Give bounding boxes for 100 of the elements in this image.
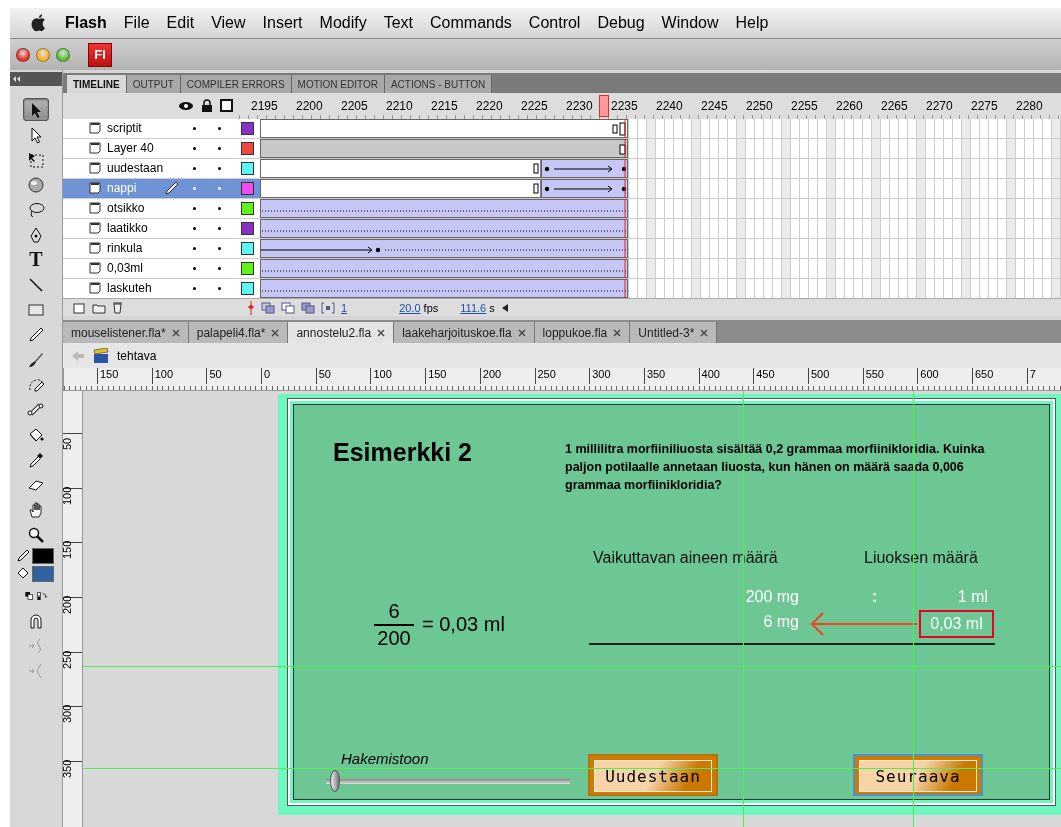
brush-icon: [27, 350, 45, 369]
visibility-dot[interactable]: [193, 226, 196, 230]
ruler-label: 200: [61, 594, 73, 615]
menu-item[interactable]: Debug: [597, 14, 645, 32]
eyedropper-icon: [27, 450, 45, 469]
document-tab[interactable]: Untitled-3*: [630, 322, 718, 343]
layer-row[interactable]: uudestaan: [63, 158, 1061, 179]
bone-icon: [27, 400, 45, 419]
visibility-dot[interactable]: [193, 186, 196, 190]
visibility-dot[interactable]: [193, 266, 196, 270]
layer-icon: [89, 242, 101, 255]
question-text: 1 millilitra morfiiniliuosta sisältää 0,2 grammaa morfiinikloridia. Kuinka paljon potilaalle annetaan liuosta, kun hänen on määrä saada 0,006 grammaa morfiinikloridia?: [565, 441, 986, 494]
minimize-button[interactable]: [36, 47, 50, 62]
visibility-dot[interactable]: [193, 246, 196, 250]
close-icon: [377, 329, 386, 337]
layer-name: Layer 40: [107, 141, 155, 156]
new-layer-icon: [73, 301, 86, 314]
layer-row[interactable]: Layer 40: [63, 138, 1061, 159]
current-frame[interactable]: 1: [341, 301, 348, 314]
app-menu[interactable]: Flash: [65, 14, 107, 32]
panel-tab[interactable]: TIMELINE: [67, 75, 127, 93]
visibility-dot[interactable]: [193, 126, 196, 130]
text-tool[interactable]: T: [23, 248, 49, 271]
layer-row[interactable]: 0,03ml: [63, 258, 1061, 279]
menu-item[interactable]: Help: [735, 14, 769, 32]
stroke-color-swatch[interactable]: [32, 548, 54, 564]
playhead[interactable]: [599, 95, 609, 117]
layer-name: scriptit: [107, 121, 143, 136]
amount-value: 6 mg: [763, 613, 799, 631]
visibility-dot[interactable]: [193, 206, 196, 210]
layer-icon: [89, 202, 101, 215]
lock-dot[interactable]: [218, 286, 221, 290]
menu-item[interactable]: Control: [528, 14, 581, 32]
lock-dot[interactable]: [218, 166, 221, 170]
visibility-dot[interactable]: [193, 166, 196, 170]
amount-value: 1 ml: [957, 588, 988, 606]
lock-dot[interactable]: [218, 186, 221, 190]
panel-tab[interactable]: MOTION EDITOR: [291, 75, 385, 93]
ruler-label: 300: [61, 704, 73, 724]
lock-dot[interactable]: [218, 126, 221, 130]
scene-name[interactable]: tehtava: [117, 348, 157, 363]
arrow-tool[interactable]: [23, 98, 49, 121]
document-tab[interactable]: palapeli4.fla*: [188, 322, 289, 343]
pencil-icon: [16, 549, 30, 563]
menu-item[interactable]: Window: [661, 14, 719, 32]
layer-name: laatikko: [107, 221, 149, 236]
frame-number: 2275: [971, 98, 998, 113]
frame-rate[interactable]: 20.0: [399, 301, 421, 314]
lock-dot[interactable]: [218, 206, 221, 210]
ruler-label: 300: [592, 368, 611, 380]
close-icon: [517, 329, 526, 337]
window-close-button[interactable]: [16, 47, 30, 62]
document-tab[interactable]: loppukoe.fla: [534, 322, 631, 343]
document-tab[interactable]: annostelu2.fla: [288, 322, 395, 343]
visibility-dot[interactable]: [193, 286, 196, 290]
collapse-icon: [12, 75, 22, 83]
visibility-dot[interactable]: [193, 146, 196, 150]
layer-row[interactable]: laatikko: [63, 218, 1061, 239]
panel-tab[interactable]: COMPILER ERRORS: [180, 75, 292, 93]
zoom-button[interactable]: [56, 47, 70, 62]
panel-tab[interactable]: ACTIONS - BUTTON: [384, 75, 493, 93]
ruler-label: 7: [1029, 368, 1036, 380]
frame-number: 2260: [836, 98, 863, 113]
panel-tab[interactable]: OUTPUT: [126, 75, 181, 93]
menu-item[interactable]: Modify: [319, 14, 367, 32]
document-tab[interactable]: mouselistener.fla*: [63, 322, 189, 343]
layer-row[interactable]: scriptit: [63, 118, 1061, 139]
menu-item[interactable]: Text: [383, 14, 414, 32]
layer-row[interactable]: laskuteh: [63, 278, 1061, 299]
document-tab[interactable]: laakeharjoituskoe.fla: [394, 322, 535, 343]
layer-row[interactable]: rinkula: [63, 238, 1061, 259]
layer-icon: [89, 162, 101, 175]
menu-item[interactable]: Insert: [262, 14, 303, 32]
lock-dot[interactable]: [218, 266, 221, 270]
frame-number: 2255: [791, 98, 818, 113]
lock-dot[interactable]: [218, 226, 221, 230]
column-header: Liuoksen määrä: [864, 549, 978, 567]
layer-name: otsikko: [107, 201, 146, 216]
ruler-label: 550: [865, 368, 884, 380]
ruler-label: 400: [701, 368, 720, 380]
menu-item[interactable]: View: [211, 14, 246, 32]
elapsed-time[interactable]: 111.6: [460, 301, 487, 314]
layer-icon: [89, 142, 101, 155]
menu-item[interactable]: Commands: [430, 14, 512, 32]
slider-thumb[interactable]: [330, 770, 340, 792]
lasso-icon: [27, 200, 45, 219]
menu-item[interactable]: Edit: [166, 14, 195, 32]
layer-row[interactable]: otsikko: [63, 198, 1061, 219]
lock-dot[interactable]: [218, 246, 221, 250]
layer-name: nappi: [107, 181, 138, 196]
close-icon: [613, 329, 622, 337]
lock-dot[interactable]: [218, 146, 221, 150]
trash-icon: [112, 301, 123, 315]
slider-label: Hakemistoon: [341, 750, 429, 767]
ruler-label: 200: [482, 368, 502, 380]
fill-color-swatch[interactable]: [32, 566, 54, 582]
layer-icon: [89, 222, 101, 235]
onion-skin-icon: [261, 301, 275, 314]
menu-item[interactable]: File: [123, 14, 150, 32]
pencil-icon: [165, 181, 179, 196]
